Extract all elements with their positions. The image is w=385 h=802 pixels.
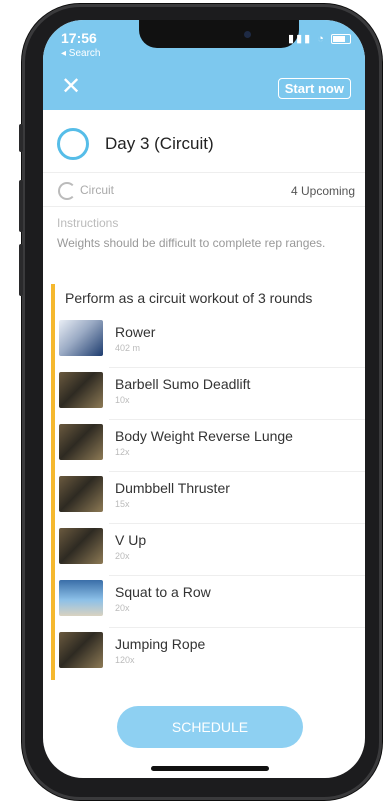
status-icons: ▮▮▮ ◔ <box>288 32 351 45</box>
notch <box>139 20 299 48</box>
circuit-block: Perform as a circuit workout of 3 rounds… <box>51 284 365 680</box>
camera-icon <box>244 31 251 38</box>
exercise-item[interactable]: Squat to a Row 20x <box>55 576 365 628</box>
instructions-label: Instructions <box>57 216 119 230</box>
exercise-meta: 402 m <box>115 343 141 353</box>
exercise-item[interactable]: Rower 402 m <box>55 316 365 368</box>
circuit-label: Circuit <box>80 183 115 197</box>
volume-down-button <box>19 244 23 296</box>
top-bar: 17:56 ◂ Search ▮▮▮ ◔ ✕ Start now <box>43 20 365 110</box>
exercise-name: Barbell Sumo Deadlift <box>115 376 251 392</box>
exercise-meta: 120x <box>115 655 135 665</box>
exercise-item[interactable]: Body Weight Reverse Lunge 12x <box>55 420 365 472</box>
circuit-row: Circuit 4 Upcoming <box>43 176 365 207</box>
refresh-icon <box>58 182 76 200</box>
status-time: 17:56 <box>61 30 97 46</box>
exercise-name: Jumping Rope <box>115 636 206 652</box>
upcoming-count: 4 Upcoming <box>290 184 355 198</box>
circuit-title: Perform as a circuit workout of 3 rounds <box>65 290 313 306</box>
exercise-item[interactable]: Jumping Rope 120x <box>55 628 365 680</box>
exercise-name: Dumbbell Thruster <box>115 480 230 496</box>
exercise-meta: 12x <box>115 447 130 457</box>
exercise-thumbnail <box>59 476 103 512</box>
exercise-item[interactable]: V Up 20x <box>55 524 365 576</box>
back-to-search-link[interactable]: ◂ Search <box>61 48 100 59</box>
exercise-item[interactable]: Barbell Sumo Deadlift 10x <box>55 368 365 420</box>
mute-switch <box>19 124 23 152</box>
signal-icon: ▮▮▮ <box>288 33 313 45</box>
exercise-thumbnail <box>59 424 103 460</box>
exercise-name: Rower <box>115 324 156 340</box>
exercise-meta: 15x <box>115 499 130 509</box>
exercise-thumbnail <box>59 320 103 356</box>
instructions-text: Weights should be difficult to complete … <box>57 236 326 250</box>
exercise-name: Body Weight Reverse Lunge <box>115 428 293 444</box>
instructions: Instructions Weights should be difficult… <box>57 216 353 252</box>
wifi-icon: ◔ <box>317 33 326 45</box>
exercise-meta: 20x <box>115 551 130 561</box>
battery-icon <box>331 34 351 45</box>
close-icon[interactable]: ✕ <box>61 75 83 99</box>
exercise-thumbnail <box>59 528 103 564</box>
exercise-name: Squat to a Row <box>115 584 211 600</box>
exercise-thumbnail <box>59 632 103 668</box>
home-indicator[interactable] <box>151 766 269 771</box>
volume-up-button <box>19 180 23 232</box>
day-header: Day 3 (Circuit) <box>43 118 365 173</box>
exercise-name: V Up <box>115 532 147 548</box>
exercise-meta: 20x <box>115 603 130 613</box>
exercise-thumbnail <box>59 372 103 408</box>
day-title: Day 3 (Circuit) <box>105 134 214 153</box>
schedule-button[interactable]: SCHEDULE <box>117 706 303 748</box>
exercise-thumbnail <box>59 580 103 616</box>
completion-circle-icon[interactable] <box>57 128 89 160</box>
exercise-item[interactable]: Dumbbell Thruster 15x <box>55 472 365 524</box>
app-screen: 17:56 ◂ Search ▮▮▮ ◔ ✕ Start now Day 3 (… <box>43 20 365 778</box>
exercise-meta: 10x <box>115 395 130 405</box>
start-now-button[interactable]: Start now <box>277 78 351 99</box>
